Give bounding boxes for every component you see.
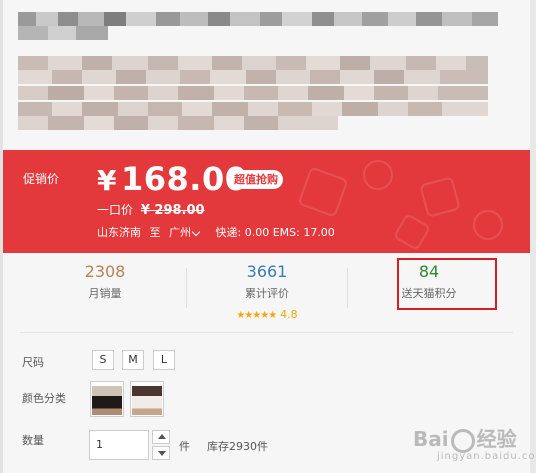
currency-symbol: ¥: [97, 164, 117, 197]
decor-tag-icon: [419, 176, 461, 218]
original-price-line: 一口价 ¥ 298.00: [97, 201, 205, 218]
section-divider: [20, 332, 513, 333]
quantity-decrease-button[interactable]: [152, 446, 170, 460]
original-currency: ¥: [140, 203, 150, 218]
rating-row: ★★★★★ 4.8: [187, 303, 347, 322]
super-deal-badge: 超值抢购: [229, 170, 283, 189]
size-option-s[interactable]: S: [92, 350, 114, 370]
rating-value: 4.8: [280, 308, 298, 321]
price-panel: 促销价 ¥168.00 超值抢购 一口价 ¥ 298.00 山东济南 至 广州 …: [3, 150, 530, 253]
quantity-input[interactable]: 1: [89, 430, 149, 460]
destination-select[interactable]: 广州: [169, 226, 207, 239]
stock-count: 库存2930件: [207, 440, 268, 453]
watermark-brand-suffix: 经验: [476, 427, 517, 451]
watermark-domain: jingyan.baidu.com: [437, 451, 536, 462]
promo-price: ¥168.00: [97, 160, 247, 198]
chevron-down-icon: [191, 227, 201, 237]
product-title-blurred: [18, 8, 508, 138]
right-frame: [530, 0, 536, 473]
promo-price-label: 促销价: [23, 172, 60, 186]
size-option-m[interactable]: M: [122, 350, 144, 370]
shipping-fee: 快递: 0.00 EMS: 17.00: [215, 226, 335, 239]
shipping-line: 山东济南 至 广州 快递: 0.00 EMS: 17.00: [97, 224, 340, 240]
quantity-label: 数量: [22, 434, 44, 447]
quantity-unit: 件: [179, 440, 190, 453]
quantity-increase-button[interactable]: [152, 430, 170, 444]
ship-to: 至: [149, 226, 161, 239]
color-swatch-1[interactable]: [90, 381, 124, 417]
size-label: 尺码: [22, 356, 44, 369]
stat-reviews[interactable]: 3661 累计评价 ★★★★★ 4.8: [187, 262, 347, 322]
monthly-sales-value: 2308: [84, 262, 126, 281]
decor-ring-icon: [473, 210, 503, 240]
ship-destination: 广州: [169, 226, 191, 239]
stat-divider: [347, 268, 348, 308]
original-price: ¥ 298.00: [141, 203, 205, 218]
original-price-label: 一口价: [97, 203, 134, 217]
stat-monthly-sales: 2308 月销量: [25, 262, 185, 301]
baidu-paw-icon: [450, 428, 475, 453]
product-page: 促销价 ¥168.00 超值抢购 一口价 ¥ 298.00 山东济南 至 广州 …: [0, 0, 536, 473]
arrow-down-icon: [158, 451, 166, 456]
color-swatch-image: [92, 383, 122, 415]
star-rating-icon: ★★★★★: [236, 310, 277, 321]
ship-origin: 山东济南: [97, 226, 141, 239]
arrow-up-icon: [158, 434, 166, 439]
baidu-jingyan-watermark: Bai 经验 jingyan.baidu.com: [413, 423, 536, 463]
decor-circle-icon: [363, 160, 393, 190]
size-option-l[interactable]: L: [153, 350, 175, 370]
decor-gift-icon: [297, 166, 349, 218]
watermark-brand: Bai: [413, 427, 449, 451]
color-label: 颜色分类: [22, 392, 66, 405]
decor-box-icon: [392, 212, 432, 252]
highlight-annotation-box: [397, 258, 497, 310]
reviews-value: 3661: [246, 262, 288, 281]
original-price-value: 298.00: [154, 203, 205, 218]
reviews-label: 累计评价: [245, 287, 289, 300]
color-swatch-2[interactable]: [130, 381, 164, 417]
color-swatch-image: [132, 383, 162, 415]
monthly-sales-label: 月销量: [88, 287, 122, 300]
